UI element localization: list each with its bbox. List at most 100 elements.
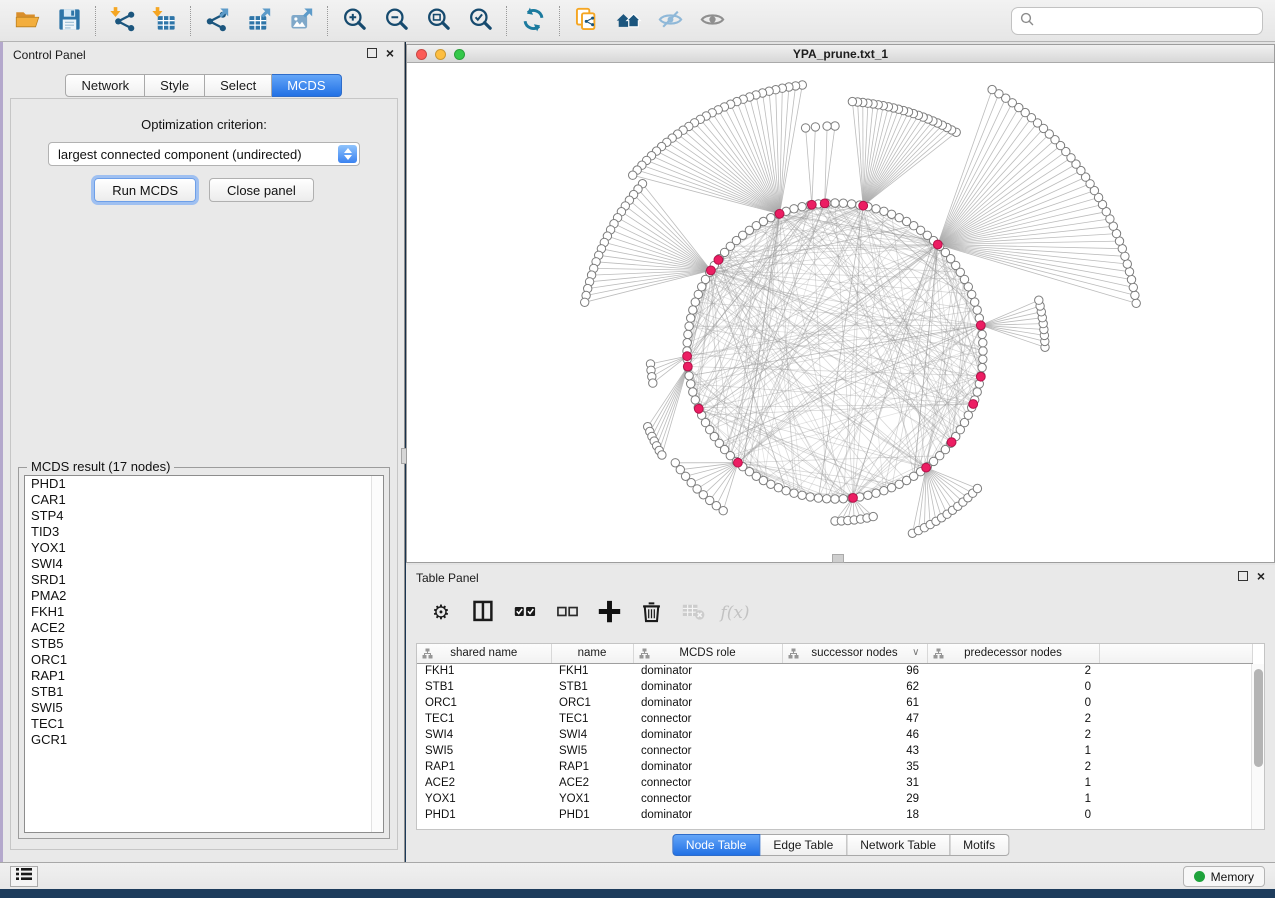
cell-shared-name[interactable]: YOX1	[417, 791, 551, 807]
cell-MCDS-role[interactable]: dominator	[633, 679, 782, 695]
task-history-button[interactable]	[10, 866, 38, 887]
table-row[interactable]: TEC1TEC1connector472	[417, 711, 1253, 727]
cell-successor-nodes[interactable]: 35	[782, 759, 927, 775]
cell-name[interactable]: RAP1	[551, 759, 633, 775]
run-mcds-button[interactable]: Run MCDS	[94, 178, 196, 202]
network-canvas[interactable]	[407, 63, 1274, 562]
mcds-result-item[interactable]: CAR1	[25, 492, 383, 508]
column-header-successor-nodes[interactable]: successor nodes∨	[782, 644, 927, 663]
mcds-result-item[interactable]: TEC1	[25, 716, 383, 732]
cell-name[interactable]: ACE2	[551, 775, 633, 791]
cell-MCDS-role[interactable]: dominator	[633, 759, 782, 775]
cell-shared-name[interactable]: STB1	[417, 679, 551, 695]
cell-predecessor-nodes[interactable]: 1	[927, 775, 1099, 791]
tab-edge-table[interactable]: Edge Table	[760, 834, 847, 856]
memory-button[interactable]: Memory	[1183, 866, 1265, 887]
close-table-panel-icon[interactable]: ×	[1257, 571, 1265, 581]
cell-MCDS-role[interactable]: dominator	[633, 727, 782, 743]
cell-predecessor-nodes[interactable]: 0	[927, 695, 1099, 711]
tab-motifs[interactable]: Motifs	[950, 834, 1009, 856]
mcds-result-item[interactable]: GCR1	[25, 732, 383, 748]
import-table-button[interactable]	[143, 3, 185, 39]
table-row[interactable]: ORC1ORC1dominator610	[417, 695, 1253, 711]
deselect-all-rows-button[interactable]	[548, 595, 586, 631]
mcds-result-item[interactable]: YOX1	[25, 540, 383, 556]
hide-selected-button[interactable]	[649, 3, 691, 39]
table-row[interactable]: FKH1FKH1dominator962	[417, 663, 1253, 679]
column-header-shared-name[interactable]: shared name	[417, 644, 551, 663]
tab-network-table[interactable]: Network Table	[847, 834, 950, 856]
cell-predecessor-nodes[interactable]: 1	[927, 791, 1099, 807]
cell-predecessor-nodes[interactable]: 1	[927, 743, 1099, 759]
cell-name[interactable]: ORC1	[551, 695, 633, 711]
cell-name[interactable]: PHD1	[551, 807, 633, 823]
cell-predecessor-nodes[interactable]: 2	[927, 759, 1099, 775]
cell-MCDS-role[interactable]: dominator	[633, 807, 782, 823]
cell-successor-nodes[interactable]: 47	[782, 711, 927, 727]
mcds-result-item[interactable]: SRD1	[25, 572, 383, 588]
save-session-button[interactable]	[48, 3, 90, 39]
cell-successor-nodes[interactable]: 61	[782, 695, 927, 711]
cell-name[interactable]: FKH1	[551, 663, 633, 679]
add-column-button[interactable]	[590, 595, 628, 631]
table-row[interactable]: SWI5SWI5connector431	[417, 743, 1253, 759]
cell-name[interactable]: TEC1	[551, 711, 633, 727]
mcds-result-item[interactable]: STP4	[25, 508, 383, 524]
mcds-result-item[interactable]: ACE2	[25, 620, 383, 636]
cell-name[interactable]: YOX1	[551, 791, 633, 807]
table-scrollbar[interactable]	[1251, 664, 1264, 829]
open-file-button[interactable]	[6, 3, 48, 39]
mcds-result-item[interactable]: RAP1	[25, 668, 383, 684]
zoom-out-button[interactable]	[375, 3, 417, 39]
tab-style[interactable]: Style	[145, 74, 205, 97]
cell-shared-name[interactable]: ACE2	[417, 775, 551, 791]
cell-MCDS-role[interactable]: dominator	[633, 695, 782, 711]
cell-MCDS-role[interactable]: connector	[633, 743, 782, 759]
select-all-rows-button[interactable]	[506, 595, 544, 631]
cell-shared-name[interactable]: PHD1	[417, 807, 551, 823]
zoom-selected-button[interactable]	[459, 3, 501, 39]
search-box[interactable]	[1011, 7, 1263, 35]
result-list-scrollbar[interactable]	[371, 476, 383, 832]
cell-predecessor-nodes[interactable]: 2	[927, 727, 1099, 743]
close-panel-button[interactable]: Close panel	[209, 178, 314, 202]
float-table-panel-icon[interactable]	[1238, 571, 1248, 581]
cell-successor-nodes[interactable]: 43	[782, 743, 927, 759]
show-all-button[interactable]	[691, 3, 733, 39]
float-panel-icon[interactable]	[367, 48, 377, 58]
toggle-columns-button[interactable]	[464, 595, 502, 631]
mcds-result-list[interactable]: PHD1CAR1STP4TID3YOX1SWI4SRD1PMA2FKH1ACE2…	[24, 475, 384, 833]
minimize-window-icon[interactable]	[435, 49, 446, 60]
cell-successor-nodes[interactable]: 31	[782, 775, 927, 791]
cell-predecessor-nodes[interactable]: 0	[927, 807, 1099, 823]
cell-MCDS-role[interactable]: connector	[633, 791, 782, 807]
cell-name[interactable]: SWI5	[551, 743, 633, 759]
table-row[interactable]: SWI4SWI4dominator462	[417, 727, 1253, 743]
table-row[interactable]: ACE2ACE2connector311	[417, 775, 1253, 791]
tab-network[interactable]: Network	[65, 74, 145, 97]
cell-shared-name[interactable]: SWI5	[417, 743, 551, 759]
split-pane-grip[interactable]	[832, 554, 844, 563]
zoom-fit-button[interactable]	[417, 3, 459, 39]
mcds-result-item[interactable]: FKH1	[25, 604, 383, 620]
first-neighbors-button[interactable]	[607, 3, 649, 39]
cell-predecessor-nodes[interactable]: 2	[927, 711, 1099, 727]
export-table-button[interactable]	[238, 3, 280, 39]
cell-name[interactable]: STB1	[551, 679, 633, 695]
delete-column-button[interactable]	[632, 595, 670, 631]
mcds-result-item[interactable]: PMA2	[25, 588, 383, 604]
table-row[interactable]: PHD1PHD1dominator180	[417, 807, 1253, 823]
cell-shared-name[interactable]: SWI4	[417, 727, 551, 743]
tab-mcds[interactable]: MCDS	[272, 74, 341, 97]
tab-select[interactable]: Select	[205, 74, 272, 97]
mcds-result-item[interactable]: ORC1	[25, 652, 383, 668]
cell-successor-nodes[interactable]: 62	[782, 679, 927, 695]
mcds-result-item[interactable]: SWI4	[25, 556, 383, 572]
network-graph[interactable]	[407, 63, 1274, 562]
cell-shared-name[interactable]: ORC1	[417, 695, 551, 711]
cell-MCDS-role[interactable]: connector	[633, 711, 782, 727]
mcds-result-item[interactable]: PHD1	[25, 476, 383, 492]
network-window-titlebar[interactable]: YPA_prune.txt_1	[407, 45, 1274, 63]
cell-successor-nodes[interactable]: 18	[782, 807, 927, 823]
cell-successor-nodes[interactable]: 96	[782, 663, 927, 679]
